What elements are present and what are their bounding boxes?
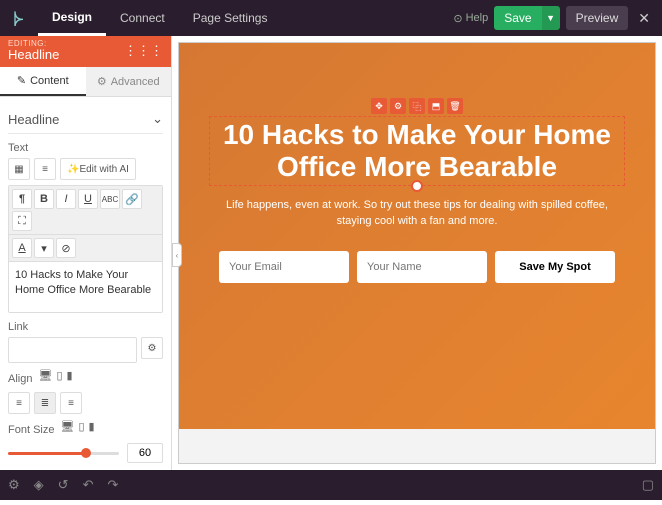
align-left-button[interactable]: ≡	[8, 392, 30, 414]
history-icon[interactable]: ↺	[58, 477, 69, 493]
text-field-label: Text	[8, 142, 163, 154]
name-field[interactable]	[357, 251, 487, 283]
settings-icon[interactable]: ⚙	[390, 98, 406, 114]
save-dropdown[interactable]: ▼	[542, 6, 560, 30]
duplicate-icon[interactable]: ⿻	[409, 98, 425, 114]
email-field[interactable]	[219, 251, 349, 283]
bottom-toolbar: ⚙ ◈ ↺ ↶ ↷ ▢	[0, 470, 662, 500]
help-icon: ⊙	[453, 12, 462, 25]
collapse-sidebar-handle[interactable]: ‹	[172, 243, 182, 267]
font-size-input[interactable]	[127, 443, 163, 463]
layers-icon[interactable]: ◈	[34, 477, 44, 493]
delete-icon[interactable]: 🗑	[447, 98, 463, 114]
clear-format-button[interactable]: ⊘	[56, 238, 76, 258]
desktop-icon[interactable]: 🖥	[38, 369, 52, 382]
responsive-icon[interactable]: ▢	[642, 477, 654, 493]
tab-content[interactable]: ✎Content	[0, 67, 86, 96]
save-element-icon[interactable]: ⬒	[428, 98, 444, 114]
move-icon[interactable]: ✥	[371, 98, 387, 114]
grip-icon[interactable]: ⋮⋮⋮	[124, 43, 163, 59]
dropdown-button[interactable]: ▾	[34, 238, 54, 258]
headline-text: 10 Hacks to Make Your Home Office More B…	[212, 119, 622, 183]
canvas: ‹ ✥ ⚙ ⿻ ⬒ 🗑 10 Hacks to Make Your Home O…	[172, 36, 662, 470]
nav-connect[interactable]: Connect	[106, 0, 179, 36]
close-icon[interactable]: ✕	[634, 10, 654, 27]
headline-text-editor[interactable]: 10 Hacks to Make Your Home Office More B…	[9, 262, 162, 312]
resize-handle[interactable]	[411, 180, 423, 192]
mobile-icon[interactable]: ▮	[89, 420, 95, 433]
expand-button[interactable]: ⛶	[12, 211, 32, 231]
mobile-icon[interactable]: ▮	[67, 369, 73, 382]
headline-element[interactable]: 10 Hacks to Make Your Home Office More B…	[209, 116, 625, 186]
preview-button[interactable]: Preview	[566, 6, 629, 30]
sliders-icon: ⚙	[97, 75, 107, 88]
font-size-slider[interactable]	[8, 452, 119, 455]
link-field-label: Link	[8, 321, 163, 333]
redo-icon[interactable]: ↷	[107, 477, 118, 493]
desktop-icon[interactable]: 🖥	[60, 420, 74, 433]
section-headline[interactable]: Headline ⌄	[8, 105, 163, 134]
link-button[interactable]: 🔗	[122, 189, 142, 209]
tab-advanced[interactable]: ⚙Advanced	[86, 67, 172, 96]
tablet-icon[interactable]: ▯	[56, 369, 62, 382]
chevron-down-icon: ⌄	[152, 111, 163, 127]
bold-button[interactable]: B	[34, 189, 54, 209]
strike-button[interactable]: ABC	[100, 189, 120, 209]
save-button[interactable]: Save	[494, 6, 541, 30]
paragraph-button[interactable]: ¶	[12, 189, 32, 209]
undo-icon[interactable]: ↶	[83, 477, 94, 493]
text-color-button[interactable]: A	[12, 238, 32, 258]
align-center-button[interactable]: ≣	[34, 392, 56, 414]
align-right-button[interactable]: ≡	[60, 392, 82, 414]
editing-element-name: Headline	[8, 48, 59, 62]
settings-icon[interactable]: ⚙	[8, 477, 20, 493]
nav-page-settings[interactable]: Page Settings	[179, 0, 282, 36]
dynamic-icon[interactable]: ≡	[34, 158, 56, 180]
nav-design[interactable]: Design	[38, 0, 106, 36]
help-link[interactable]: ⊙Help	[453, 12, 488, 25]
selection-toolbar: ✥ ⚙ ⿻ ⬒ 🗑	[209, 98, 625, 114]
sidebar: EDITING: Headline ⋮⋮⋮ ✎Content ⚙Advanced…	[0, 36, 172, 470]
canvas-section-footer[interactable]	[179, 429, 655, 463]
database-icon[interactable]: ▦	[8, 158, 30, 180]
logo-icon[interactable]	[0, 10, 38, 26]
tablet-icon[interactable]: ▯	[78, 420, 84, 433]
underline-button[interactable]: U	[78, 189, 98, 209]
edit-with-ai-button[interactable]: ✨ Edit with AI	[60, 158, 136, 180]
pencil-icon: ✎	[17, 74, 26, 87]
link-input[interactable]	[8, 337, 137, 363]
top-nav: Design Connect Page Settings	[38, 0, 281, 36]
link-settings-button[interactable]: ⚙	[141, 337, 163, 359]
align-field-label: Align	[8, 373, 32, 385]
submit-button[interactable]: Save My Spot	[495, 251, 615, 283]
subheadline-text[interactable]: Life happens, even at work. So try out t…	[217, 198, 617, 229]
italic-button[interactable]: I	[56, 189, 76, 209]
font-size-label: Font Size	[8, 424, 54, 436]
